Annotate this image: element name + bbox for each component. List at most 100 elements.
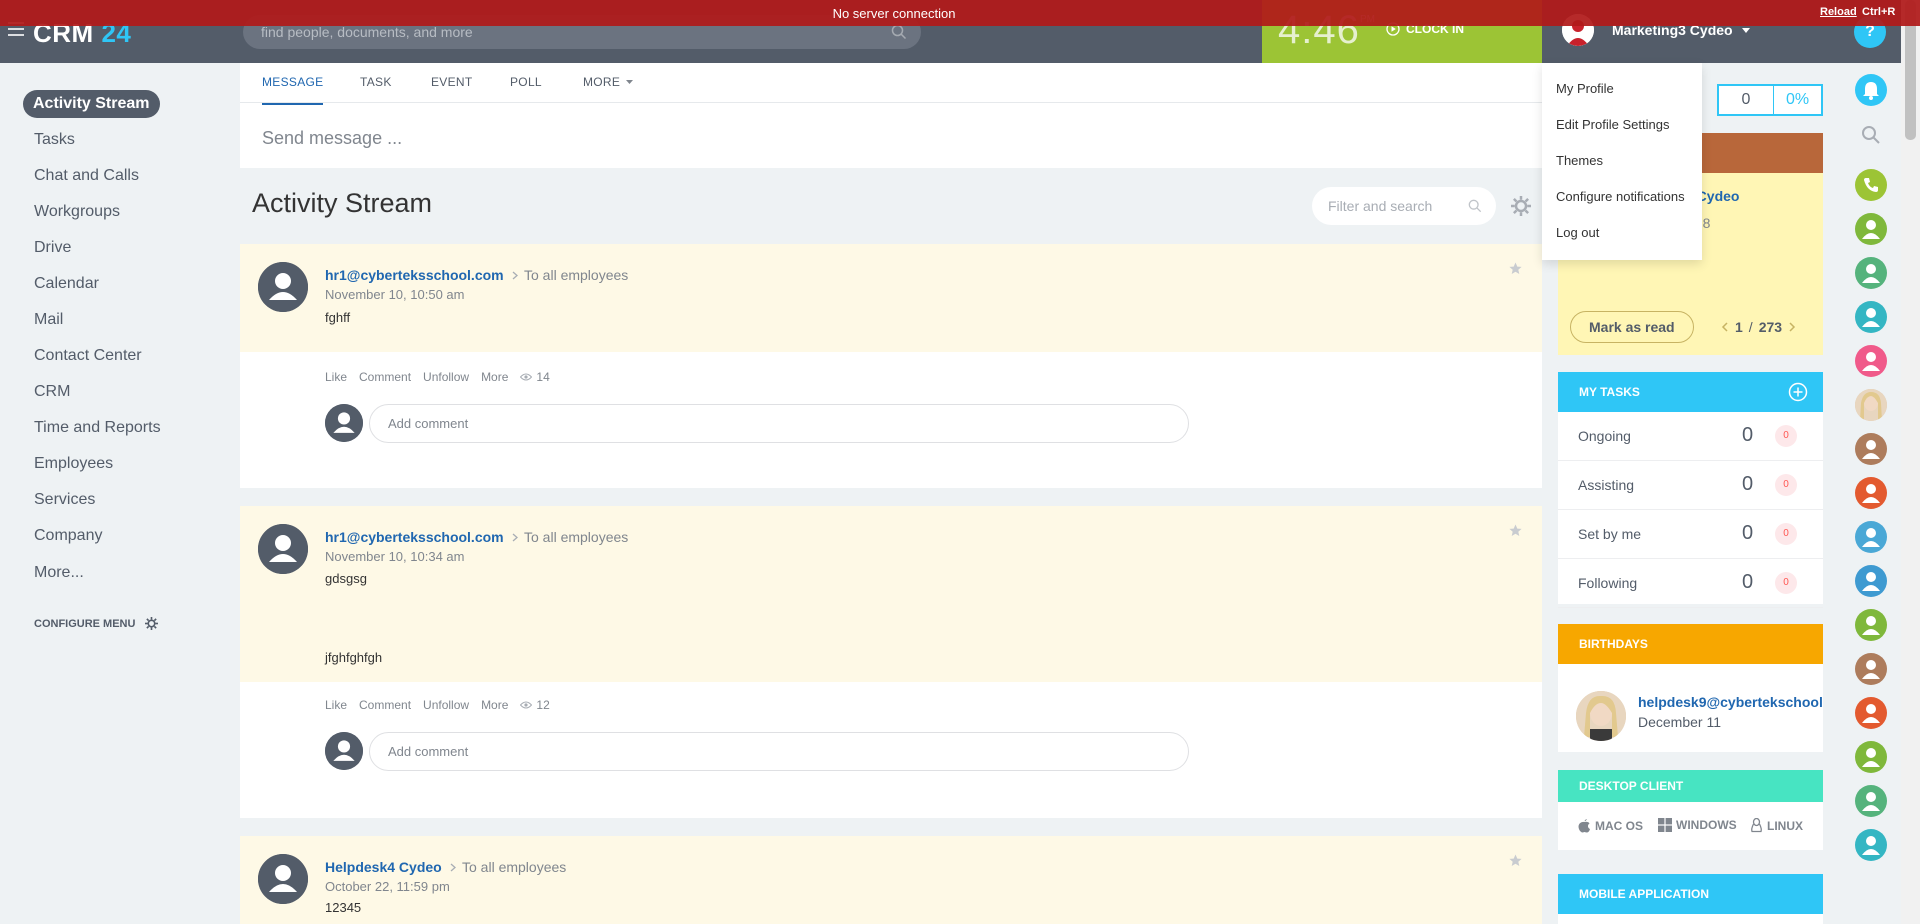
tab-event[interactable]: EVENT xyxy=(431,75,473,89)
send-message-input[interactable]: Send message ... xyxy=(262,128,402,149)
sidebar-item-tasks[interactable]: Tasks xyxy=(23,126,86,154)
page-separator: / xyxy=(1748,319,1753,335)
user-menu-item-configure-notifications[interactable]: Configure notifications xyxy=(1556,189,1685,204)
post-views: 14 xyxy=(520,370,550,384)
birthdays-title[interactable]: BIRTHDAYS xyxy=(1558,624,1823,664)
search-icon[interactable] xyxy=(1855,119,1887,151)
contact-avatar-icon[interactable] xyxy=(1855,785,1887,817)
post-author-avatar[interactable] xyxy=(258,262,308,312)
add-task-icon[interactable] xyxy=(1788,382,1808,402)
task-counter-badge: 0 xyxy=(1775,474,1797,496)
mobile-app-title[interactable]: MOBILE APPLICATION xyxy=(1558,874,1823,914)
post-action-comment[interactable]: Comment xyxy=(359,698,411,712)
tab-task[interactable]: TASK xyxy=(360,75,392,89)
user-menu-item-edit-profile-settings[interactable]: Edit Profile Settings xyxy=(1556,117,1669,132)
sidebar-item-employees[interactable]: Employees xyxy=(23,450,124,478)
chevron-right-icon[interactable] xyxy=(1788,322,1796,332)
birthday-user-avatar[interactable] xyxy=(1576,691,1626,741)
post-action-like[interactable]: Like xyxy=(325,698,347,712)
task-row-ongoing[interactable]: Ongoing 0 0 xyxy=(1558,412,1823,461)
filter-search xyxy=(1312,187,1496,225)
user-menu-item-my-profile[interactable]: My Profile xyxy=(1556,81,1614,96)
post-author[interactable]: Helpdesk4 Cydeo xyxy=(325,859,442,875)
post-action-more[interactable]: More xyxy=(481,370,508,384)
add-comment-input[interactable]: Add comment xyxy=(369,404,1189,443)
configure-menu-button[interactable]: CONFIGURE MENU xyxy=(34,617,159,630)
post-action-unfollow[interactable]: Unfollow xyxy=(423,370,469,384)
linux-download[interactable]: LINUX xyxy=(1750,818,1803,833)
sidebar-item-company[interactable]: Company xyxy=(23,522,113,550)
sidebar-item-crm[interactable]: CRM xyxy=(23,378,81,406)
favorite-star-icon[interactable] xyxy=(1509,524,1522,537)
tab-poll[interactable]: POLL xyxy=(510,75,542,89)
search-icon[interactable] xyxy=(1468,199,1482,213)
linux-label: LINUX xyxy=(1767,818,1803,833)
post-author[interactable]: hr1@cyberteksschool.com xyxy=(325,529,504,545)
post-destination[interactable]: To all employees xyxy=(524,267,628,283)
add-comment-input[interactable]: Add comment xyxy=(369,732,1189,771)
page-scrollbar[interactable] xyxy=(1901,0,1920,924)
tab-more[interactable]: MORE xyxy=(583,75,634,89)
sidebar-item-mail[interactable]: Mail xyxy=(23,306,74,334)
favorite-star-icon[interactable] xyxy=(1509,262,1522,275)
mark-as-read-button[interactable]: Mark as read xyxy=(1570,311,1694,343)
task-row-set-by-me[interactable]: Set by me 0 0 xyxy=(1558,510,1823,559)
post-action-comment[interactable]: Comment xyxy=(359,370,411,384)
contact-avatar-icon[interactable] xyxy=(1855,477,1887,509)
post-author[interactable]: hr1@cyberteksschool.com xyxy=(325,267,504,283)
contact-avatar-icon[interactable] xyxy=(1855,213,1887,245)
post-destination[interactable]: To all employees xyxy=(462,859,566,875)
contact-avatar-icon[interactable] xyxy=(1855,609,1887,641)
user-menu-item-log-out[interactable]: Log out xyxy=(1556,225,1599,240)
contact-avatar-icon[interactable] xyxy=(1855,301,1887,333)
filter-search-input[interactable] xyxy=(1328,187,1468,225)
sidebar-item-contact-center[interactable]: Contact Center xyxy=(23,342,153,370)
pulse-widget[interactable]: 0 0% xyxy=(1717,84,1823,116)
post-action-unfollow[interactable]: Unfollow xyxy=(423,698,469,712)
notifications-icon[interactable] xyxy=(1855,74,1887,106)
task-row-assisting[interactable]: Assisting 0 0 xyxy=(1558,461,1823,510)
post-destination[interactable]: To all employees xyxy=(524,529,628,545)
favorite-star-icon[interactable] xyxy=(1509,854,1522,867)
sidebar-item-workgroups[interactable]: Workgroups xyxy=(23,198,131,226)
contact-avatar-icon[interactable] xyxy=(1855,741,1887,773)
contact-avatar-icon[interactable] xyxy=(1855,565,1887,597)
windows-download[interactable]: WINDOWS xyxy=(1658,818,1737,832)
post-action-more[interactable]: More xyxy=(481,698,508,712)
mac-os-download[interactable]: MAC OS xyxy=(1578,818,1643,833)
sidebar-item-chat-and-calls[interactable]: Chat and Calls xyxy=(23,162,150,190)
contact-avatar-icon[interactable] xyxy=(1855,697,1887,729)
contact-avatar-icon[interactable] xyxy=(1855,345,1887,377)
tab-message[interactable]: MESSAGE xyxy=(262,75,324,105)
post-date[interactable]: October 22, 11:59 pm xyxy=(325,879,450,894)
post-action-like[interactable]: Like xyxy=(325,370,347,384)
chevron-left-icon[interactable] xyxy=(1721,322,1729,332)
sidebar-item-more[interactable]: More... xyxy=(23,559,95,587)
sidebar-item-time-and-reports[interactable]: Time and Reports xyxy=(23,414,172,442)
sidebar-item-activity-stream[interactable]: Activity Stream xyxy=(23,90,160,118)
task-row-following[interactable]: Following 0 0 xyxy=(1558,559,1823,608)
phone-icon[interactable] xyxy=(1855,169,1887,201)
post-date[interactable]: November 10, 10:50 am xyxy=(325,287,464,302)
sidebar-item-drive[interactable]: Drive xyxy=(23,234,82,262)
post-date[interactable]: November 10, 10:34 am xyxy=(325,549,464,564)
sidebar-item-services[interactable]: Services xyxy=(23,486,106,514)
contact-avatar-icon[interactable] xyxy=(1855,257,1887,289)
post-author-avatar[interactable] xyxy=(258,524,308,574)
post-author-avatar[interactable] xyxy=(258,854,308,904)
my-tasks-title[interactable]: MY TASKS xyxy=(1558,372,1823,412)
contact-avatar-icon[interactable] xyxy=(1855,521,1887,553)
search-icon[interactable] xyxy=(891,24,907,40)
stream-settings-gear-icon[interactable] xyxy=(1511,196,1531,216)
reload-link[interactable]: Reload xyxy=(1820,6,1857,18)
desktop-client-title[interactable]: DESKTOP CLIENT xyxy=(1558,770,1823,802)
contact-avatar-icon[interactable] xyxy=(1855,433,1887,465)
sidebar-item-calendar[interactable]: Calendar xyxy=(23,270,110,298)
contact-avatar-icon[interactable] xyxy=(1855,653,1887,685)
birthday-user-name[interactable]: helpdesk9@cybertekschool xyxy=(1638,694,1823,710)
user-menu-item-themes[interactable]: Themes xyxy=(1556,153,1603,168)
contact-avatar-icon[interactable] xyxy=(1855,829,1887,861)
chevron-down-icon[interactable] xyxy=(1742,28,1750,34)
windows-icon xyxy=(1658,818,1672,832)
photo-user-icon[interactable] xyxy=(1855,389,1887,421)
